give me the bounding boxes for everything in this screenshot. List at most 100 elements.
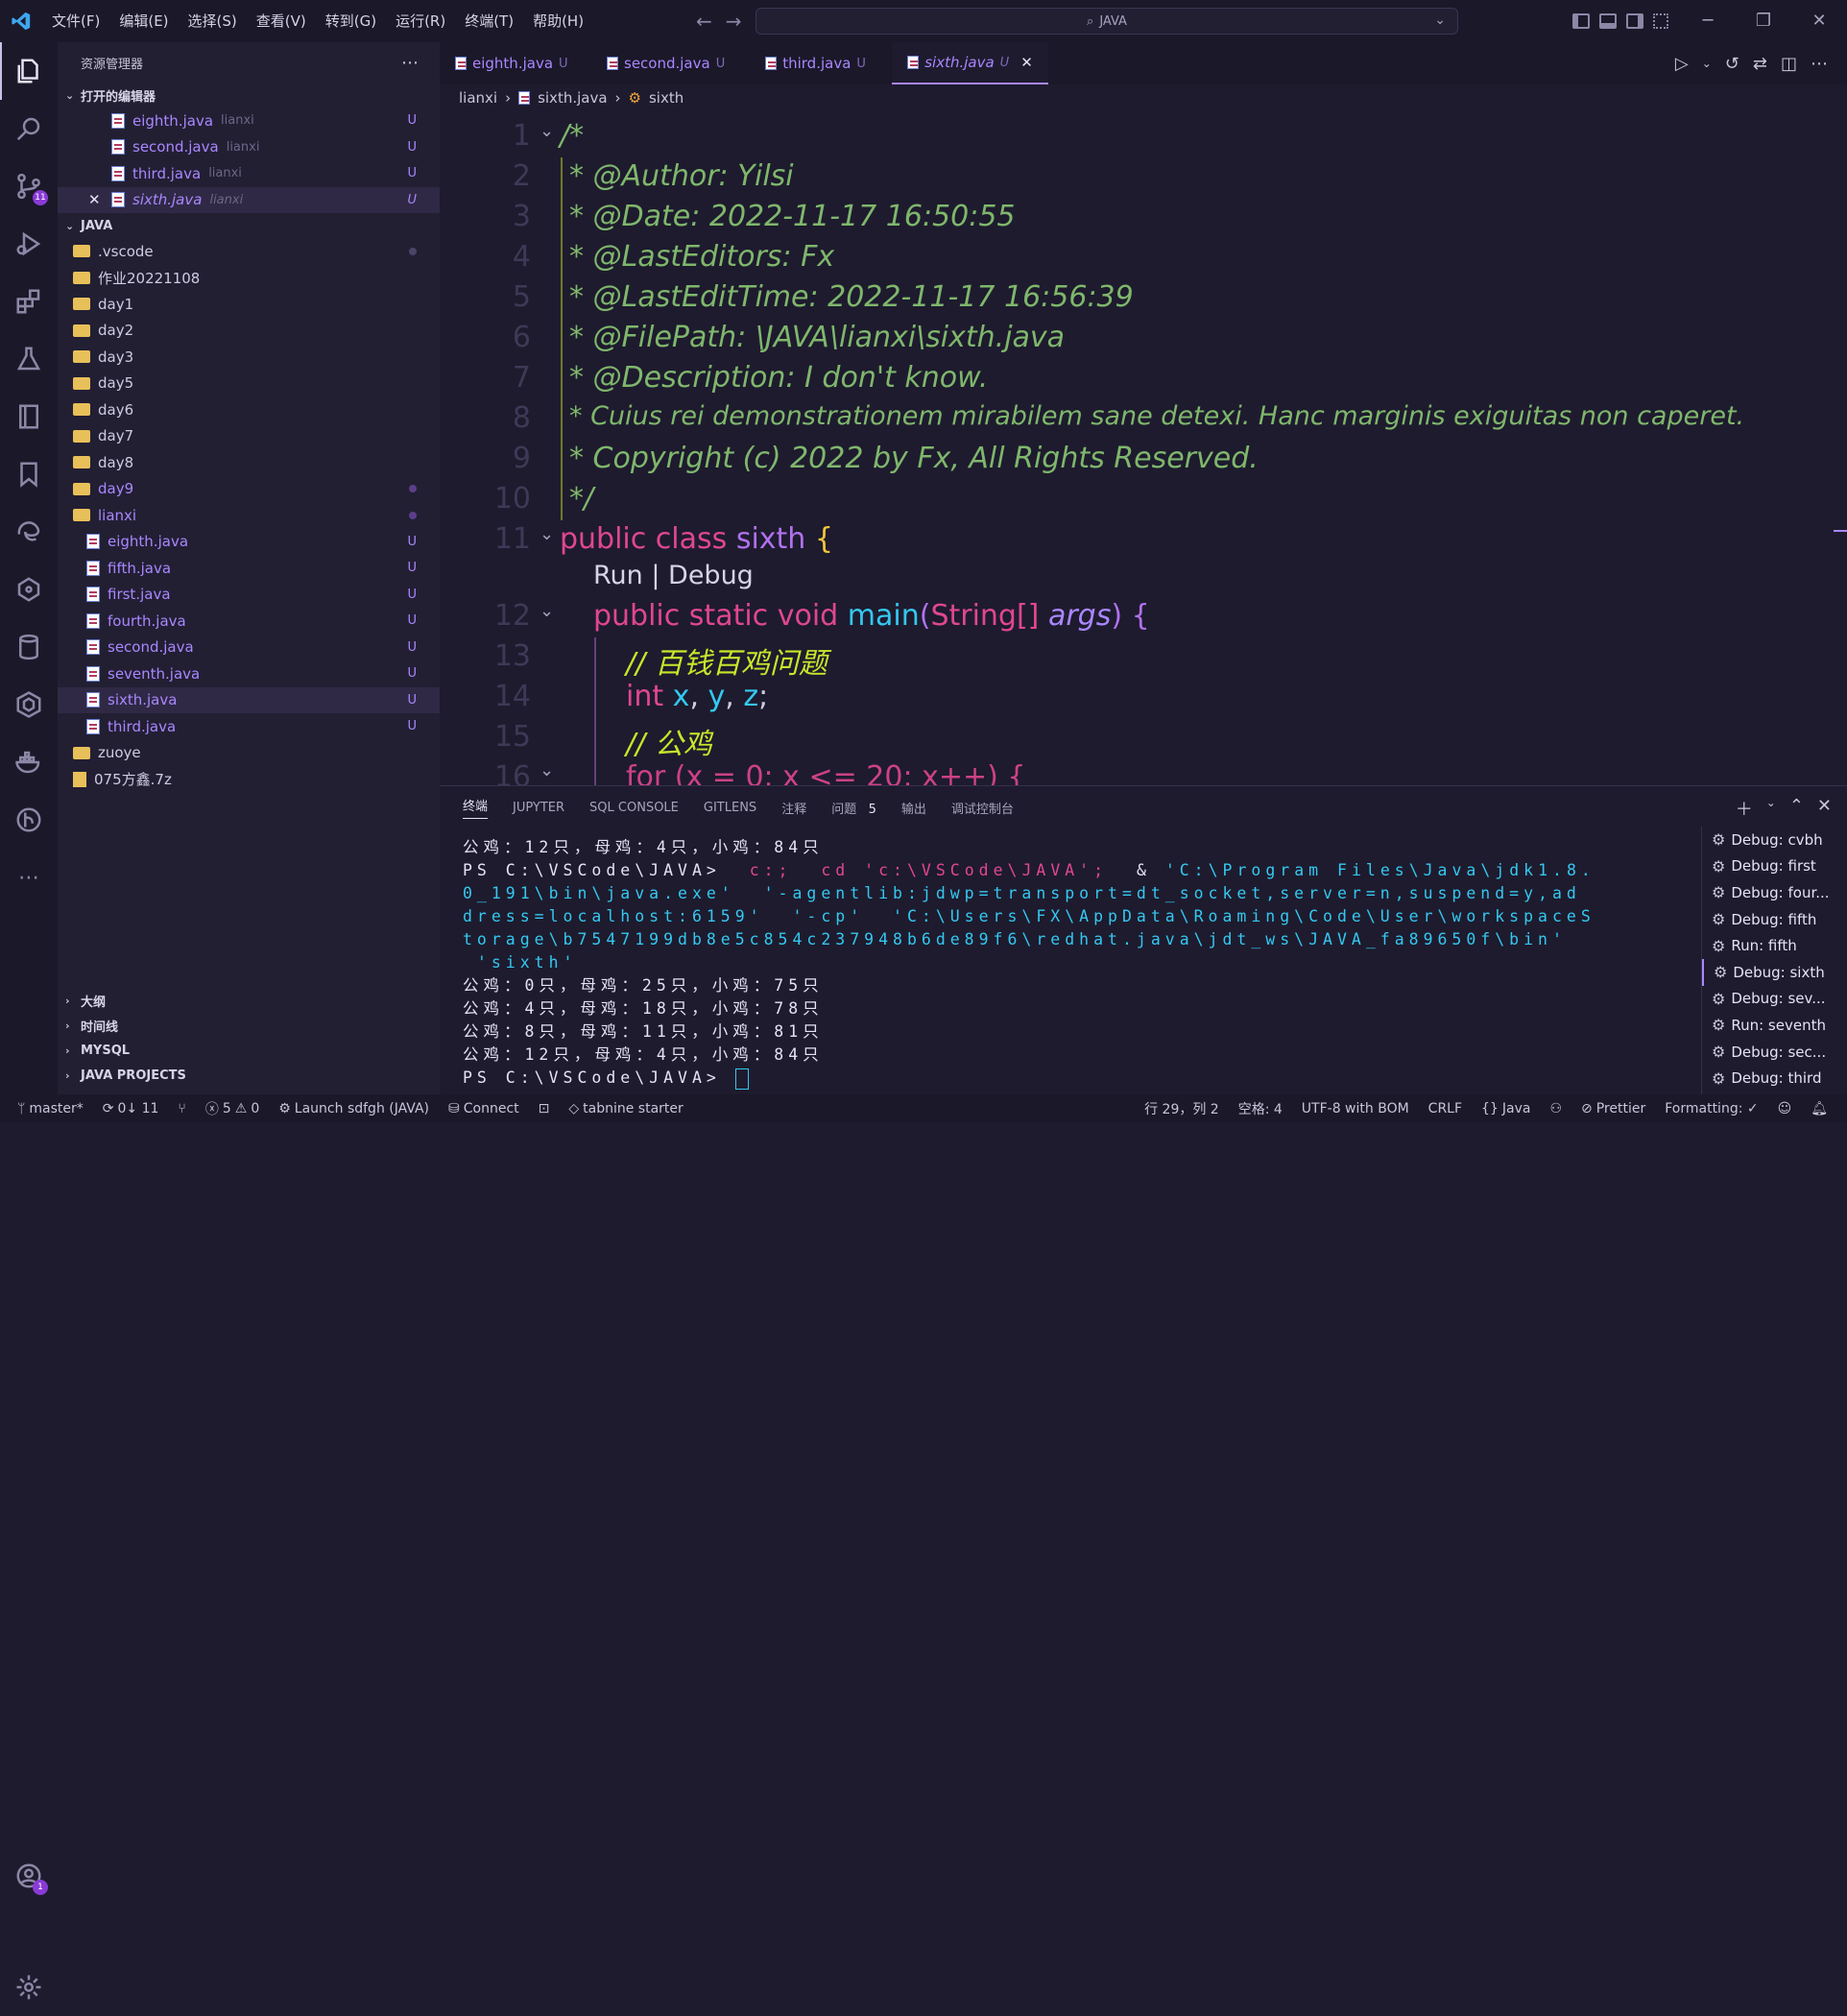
problems-status[interactable]: ⓧ 5 ⚠ 0 (196, 1099, 269, 1118)
toggle-sidebar-icon[interactable] (1572, 13, 1590, 29)
tab-second[interactable]: second.java U (584, 42, 740, 84)
tab-third[interactable]: third.java U (740, 42, 884, 84)
close-icon[interactable]: ✕ (1020, 54, 1033, 71)
menu-file[interactable]: 文件(F) (42, 0, 109, 42)
folder-item[interactable]: zuoye (58, 740, 440, 767)
minimize-icon[interactable]: ─ (1680, 0, 1736, 42)
folder-item-open[interactable]: lianxi (58, 502, 440, 529)
back-arrow-icon[interactable]: ← (696, 10, 712, 33)
restore-icon[interactable]: ❐ (1736, 0, 1791, 42)
customize-layout-icon[interactable] (1653, 13, 1668, 29)
file-item[interactable]: fourth.java U (58, 608, 440, 635)
file-item-selected[interactable]: sixth.java U (58, 686, 440, 713)
gitlens-icon[interactable] (0, 561, 58, 618)
file-item[interactable]: fifth.java U (58, 555, 440, 582)
git-graph-icon[interactable] (0, 791, 58, 849)
notifications-bell-icon[interactable]: 🔔︎ (1801, 1101, 1837, 1116)
terminal-list-item[interactable]: ⚙ Debug: third (1702, 1065, 1847, 1092)
kubernetes-icon[interactable] (0, 676, 58, 733)
folder-item[interactable]: .vscode (58, 238, 440, 265)
folder-item[interactable]: day9 (58, 476, 440, 503)
tab-eighth[interactable]: eighth.java U (440, 42, 584, 84)
notebook-icon[interactable] (0, 388, 58, 445)
source-control-icon[interactable]: 11 (0, 157, 58, 215)
tab-problems[interactable]: 问题 5 (831, 799, 876, 817)
file-item[interactable]: first.java U (58, 582, 440, 609)
folder-item[interactable]: day5 (58, 371, 440, 397)
folder-item[interactable]: day6 (58, 396, 440, 423)
file-item[interactable]: second.java U (58, 635, 440, 661)
open-editors-section[interactable]: ⌄ 打开的编辑器 (58, 83, 440, 108)
compare-icon[interactable]: ⇄ (1753, 54, 1767, 74)
language-mode[interactable]: {} Java (1472, 1101, 1540, 1116)
more-actions-icon[interactable]: ⋯ (1811, 54, 1828, 74)
tabnine-status[interactable]: ◇ tabnine starter (559, 1101, 692, 1116)
accounts-icon[interactable]: 1 (0, 1847, 58, 1905)
menu-view[interactable]: 查看(V) (247, 0, 316, 42)
connect-status[interactable]: ⛁ Connect (439, 1101, 529, 1116)
fold-chevron-icon[interactable]: ⌄ (540, 524, 554, 544)
explorer-icon[interactable] (0, 42, 58, 100)
git-sync[interactable]: ⟳ 0↓ 11 (93, 1101, 169, 1116)
folder-item[interactable]: day8 (58, 449, 440, 476)
file-item[interactable]: seventh.java U (58, 660, 440, 687)
settings-gear-icon[interactable] (0, 1958, 58, 2016)
menu-go[interactable]: 转到(G) (316, 0, 386, 42)
bookmark-icon[interactable] (0, 445, 58, 503)
open-editor-item[interactable]: eighth.java lianxi U (58, 108, 440, 134)
code-editor[interactable]: 1 2 3 4 5 6 7 8 9 10 11 12 13 14 15 16 ⌄… (440, 111, 1847, 785)
tab-terminal[interactable]: 终端 (463, 796, 489, 819)
run-debug-icon[interactable] (0, 215, 58, 273)
file-item[interactable]: third.java U (58, 713, 440, 740)
menu-edit[interactable]: 编辑(E) (109, 0, 178, 42)
tab-sixth[interactable]: sixth.java U ✕ (892, 42, 1048, 84)
extensions-icon[interactable] (0, 273, 58, 330)
open-editor-item-active[interactable]: ✕ sixth.java lianxi U (58, 186, 440, 213)
folder-item[interactable]: day7 (58, 423, 440, 450)
terminal-output[interactable]: 公鸡：12只，母鸡：4只，小鸡：84只 PS C:\VSCode\JAVA> c:… (463, 836, 1845, 1090)
maximize-panel-icon[interactable]: ⌃ (1789, 796, 1804, 821)
terminal-list-item[interactable]: ⚙ Debug: sev... (1702, 986, 1847, 1013)
open-editor-item[interactable]: second.java lianxi U (58, 134, 440, 161)
terminal-list-item[interactable]: ⚙ Debug: cvbh (1702, 827, 1847, 853)
menu-terminal[interactable]: 终端(T) (455, 0, 523, 42)
new-terminal-icon[interactable]: ＋ (1736, 796, 1753, 821)
more-actions-icon[interactable]: ⋯ (401, 53, 419, 73)
feedback-icon[interactable]: ☺ (1768, 1101, 1802, 1116)
toggle-panel-icon[interactable] (1599, 13, 1617, 29)
terminal-list-item[interactable]: ⚙ Debug: sec... (1702, 1039, 1847, 1066)
fold-chevron-icon[interactable]: ⌄ (540, 121, 554, 141)
tab-gitlens[interactable]: GITLENS (704, 801, 756, 815)
indentation[interactable]: 空格: 4 (1229, 1099, 1292, 1118)
forward-arrow-icon[interactable]: → (726, 10, 742, 33)
folder-item[interactable]: 作业20221108 (58, 265, 440, 292)
cursor-position[interactable]: 行 29，列 2 (1135, 1099, 1229, 1118)
folder-item[interactable]: day3 (58, 344, 440, 371)
breadcrumb-folder[interactable]: lianxi (459, 89, 497, 107)
tab-comments[interactable]: 注释 (781, 799, 806, 817)
git-graph-status[interactable]: ⑂ (168, 1101, 195, 1116)
launch-config[interactable]: ⚙ Launch sdfgh (JAVA) (269, 1101, 439, 1116)
docker-icon[interactable] (0, 733, 58, 791)
close-panel-icon[interactable]: ✕ (1817, 796, 1832, 821)
testing-flask-icon[interactable] (0, 330, 58, 388)
formatting-status[interactable]: Formatting: ✓ (1655, 1101, 1767, 1116)
breadcrumb-symbol[interactable]: sixth (649, 89, 684, 107)
history-icon[interactable]: ↺ (1725, 54, 1739, 74)
terminal-status[interactable]: ⊡ (529, 1101, 560, 1116)
menu-selection[interactable]: 选择(S) (179, 0, 247, 42)
end-of-line[interactable]: CRLF (1419, 1101, 1472, 1116)
fold-chevron-icon[interactable]: ⌄ (540, 601, 554, 621)
tab-output[interactable]: 输出 (901, 799, 926, 817)
search-icon[interactable] (0, 100, 58, 157)
timeline-section[interactable]: › 时间线 (58, 1013, 440, 1038)
terminal-list-item[interactable]: ⚙ Debug: fifth (1702, 906, 1847, 933)
chevron-down-icon[interactable]: ⌄ (1434, 12, 1446, 28)
tab-sql-console[interactable]: SQL CONSOLE (589, 801, 679, 815)
chevron-down-icon[interactable]: ⌄ (1702, 57, 1712, 70)
folder-item[interactable]: day2 (58, 318, 440, 345)
tab-jupyter[interactable]: JUPYTER (513, 801, 564, 815)
terminal-list-item[interactable]: ⚙ Run: seventh (1702, 1012, 1847, 1039)
terminal-list-item[interactable]: ⚙ Run: fifth (1702, 932, 1847, 959)
terminal-list-item-active[interactable]: ⚙ Debug: sixth (1702, 958, 1847, 986)
